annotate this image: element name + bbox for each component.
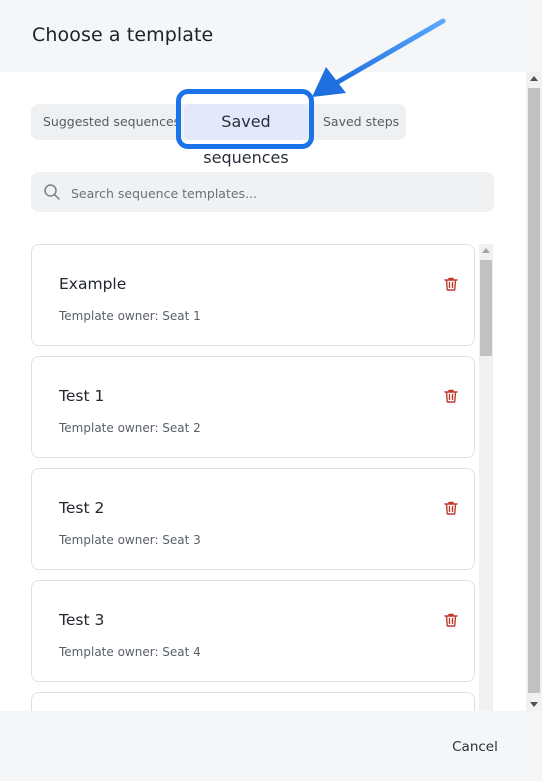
search-input[interactable] (69, 172, 488, 214)
search-icon (44, 184, 60, 200)
template-name: Test 1 (59, 387, 105, 405)
template-list-scrollbar[interactable] (479, 244, 493, 711)
dialog-scrollbar[interactable] (526, 72, 542, 711)
trash-icon[interactable] (443, 612, 459, 628)
template-card[interactable] (31, 692, 475, 711)
scroll-down-arrow-icon[interactable] (530, 702, 538, 707)
template-card[interactable]: Test 1 Template owner: Seat 2 (31, 356, 475, 458)
scrollbar-thumb[interactable] (480, 260, 492, 356)
tab-saved-sequences[interactable]: Saved sequences (184, 104, 308, 167)
template-name: Example (59, 275, 127, 293)
template-card[interactable]: Test 2 Template owner: Seat 3 (31, 468, 475, 570)
trash-icon[interactable] (443, 388, 459, 404)
scroll-up-arrow-icon[interactable] (482, 248, 490, 253)
search-bar (31, 172, 494, 214)
scrollbar-thumb[interactable] (528, 88, 540, 693)
scroll-up-arrow-icon[interactable] (530, 76, 538, 81)
template-owner: Template owner: Seat 1 (59, 309, 201, 323)
template-list: Example Template owner: Seat 1 Test 1 Te… (31, 244, 478, 711)
tab-saved-steps[interactable]: Saved steps (323, 104, 399, 140)
tab-suggested-sequences[interactable]: Suggested sequences (43, 104, 180, 140)
template-owner: Template owner: Seat 4 (59, 645, 201, 659)
template-name: Test 3 (59, 611, 105, 629)
template-card[interactable]: Example Template owner: Seat 1 (31, 244, 475, 346)
template-card[interactable]: Test 3 Template owner: Seat 4 (31, 580, 475, 682)
cancel-button[interactable]: Cancel (430, 731, 520, 763)
template-tabs: Suggested sequences Saved sequences Save… (31, 104, 406, 167)
trash-icon[interactable] (443, 276, 459, 292)
template-owner: Template owner: Seat 3 (59, 533, 201, 547)
template-name: Test 2 (59, 499, 105, 517)
dialog-footer: Cancel (0, 711, 542, 781)
dialog-header: Choose a template (0, 0, 542, 72)
dialog-title: Choose a template (32, 24, 214, 46)
template-owner: Template owner: Seat 2 (59, 421, 201, 435)
trash-icon[interactable] (443, 500, 459, 516)
